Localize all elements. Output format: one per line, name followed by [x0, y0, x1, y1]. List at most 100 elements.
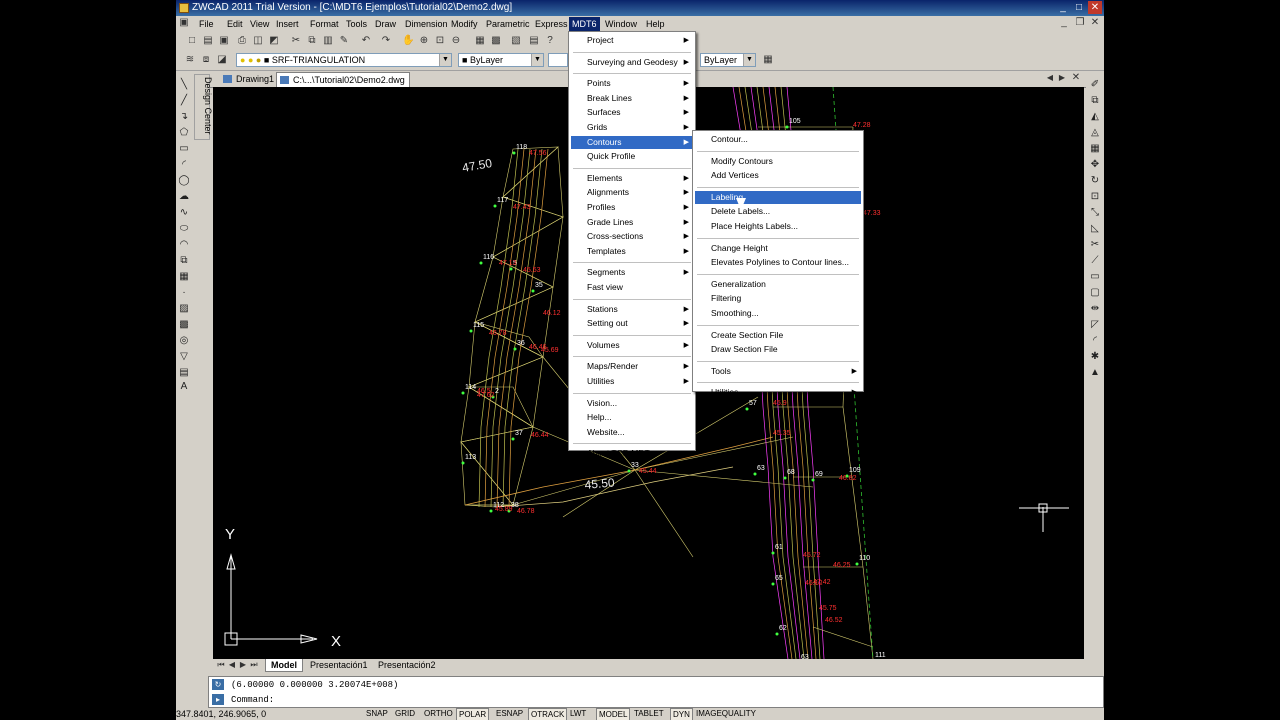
calculator-icon[interactable]: ▤	[528, 35, 540, 47]
line-icon[interactable]: ╲	[178, 79, 190, 91]
layer-states-icon[interactable]: ⧈	[200, 54, 212, 66]
mdt6-project[interactable]: Project ▶	[571, 34, 693, 47]
command-window[interactable]: ↻ ▸ (6.00000 0.000000 3.20074E+008) Comm…	[208, 676, 1104, 708]
chamfer-icon[interactable]: ◸	[1089, 319, 1101, 331]
maximize-button[interactable]: □	[1072, 1, 1086, 14]
contours-utilities[interactable]: Utilities ▶	[695, 386, 861, 399]
mdt6-fast-view[interactable]: Fast view	[571, 281, 693, 294]
contours-place-heights-labels[interactable]: Place Heights Labels...	[695, 220, 861, 233]
multiline-text-icon[interactable]: A	[178, 381, 190, 393]
layer-combo[interactable]: ● ● ● ■ SRF-TRIANGULATION ▼	[236, 53, 452, 67]
chevron-down-icon[interactable]: ▼	[439, 54, 451, 66]
status-ortho[interactable]: ORTHO	[422, 708, 455, 719]
cut-icon[interactable]: ✂	[290, 35, 302, 47]
contours-labeling[interactable]: Labeling	[695, 190, 861, 204]
polyline-icon[interactable]: ↴	[178, 111, 190, 123]
preview-icon[interactable]: ◫	[252, 35, 264, 47]
help-icon[interactable]: ?	[544, 35, 556, 47]
xline-icon[interactable]: ╱	[178, 95, 190, 107]
ellipse-icon[interactable]: ⬭	[178, 223, 190, 235]
layer-manager-icon[interactable]: ≋	[184, 54, 196, 66]
properties-icon[interactable]: ▦	[474, 35, 486, 47]
match-properties-icon[interactable]: ✎	[338, 35, 350, 47]
copy-icon[interactable]: ⧉	[306, 35, 318, 47]
mdt6-maps-render[interactable]: Maps/Render ▶	[571, 360, 693, 373]
zoom-realtime-icon[interactable]: ⊕	[418, 35, 430, 47]
mdt6-cross-sections[interactable]: Cross-sections ▶	[571, 230, 693, 243]
mdt6-about-tcp-mdt[interactable]: About TCP-MDT...	[571, 447, 693, 460]
design-center-panel[interactable]: Design Center	[194, 74, 213, 140]
mdt6-points[interactable]: Points ▶	[571, 77, 693, 90]
status-otrack[interactable]: OTRACK	[528, 708, 568, 720]
design-center-icon[interactable]: ▩	[490, 35, 502, 47]
tab-demo2[interactable]: C:\...\Tutorial02\Demo2.dwg	[276, 72, 410, 87]
status-polar[interactable]: POLAR	[456, 708, 490, 720]
rectangle-icon[interactable]: ▭	[178, 143, 190, 155]
polygon-icon[interactable]: ⬠	[178, 127, 190, 139]
point-icon[interactable]: ·	[178, 287, 190, 299]
break-point-icon[interactable]: ▢	[1089, 287, 1101, 299]
mdt6-grids[interactable]: Grids ▶	[571, 121, 693, 134]
status-grid[interactable]: GRID	[393, 708, 417, 719]
contours-generalization[interactable]: Generalization	[695, 278, 861, 291]
scroll-right-icon[interactable]: ▶	[1056, 72, 1068, 84]
table-icon[interactable]: ▤	[178, 367, 190, 379]
mdt6-quick-profile[interactable]: Quick Profile	[571, 150, 693, 163]
menu-dimension[interactable]: Dimension	[402, 17, 451, 31]
menu-parametric[interactable]: Parametric	[483, 17, 533, 31]
spline-icon[interactable]: ∿	[178, 207, 190, 219]
contours-tools[interactable]: Tools ▶	[695, 365, 861, 378]
mdt6-surfaces[interactable]: Surfaces ▶	[571, 106, 693, 119]
mdt6-templates[interactable]: Templates ▶	[571, 245, 693, 258]
tab-drawing1[interactable]: Drawing1	[220, 72, 278, 86]
arc-icon[interactable]: ◜	[178, 159, 190, 171]
command-prompt[interactable]: Command:	[231, 694, 274, 706]
scroll-left-icon[interactable]: ◀	[1044, 72, 1056, 84]
contours-change-height[interactable]: Change Height	[695, 242, 861, 255]
scale-icon[interactable]: ⊡	[1089, 191, 1101, 203]
contours-smoothing[interactable]: Smoothing...	[695, 307, 861, 320]
status-dyn[interactable]: DYN	[670, 708, 693, 720]
minimize-button[interactable]: _	[1056, 1, 1070, 14]
menu-edit[interactable]: Edit	[224, 17, 246, 31]
mdt6-contours[interactable]: Contours ▶	[571, 135, 693, 149]
menu-help[interactable]: Help	[643, 17, 668, 31]
menu-insert[interactable]: Insert	[273, 17, 302, 31]
hatch-icon[interactable]: ▨	[178, 303, 190, 315]
contours-add-vertices[interactable]: Add Vertices	[695, 169, 861, 182]
mdt6-segments[interactable]: Segments ▶	[571, 266, 693, 279]
linetype-combo[interactable]	[548, 53, 568, 67]
doc-restore-icon[interactable]: ❐	[1074, 17, 1086, 29]
join-icon[interactable]: ⇹	[1089, 303, 1101, 315]
make-block-icon[interactable]: ▦	[178, 271, 190, 283]
menu-view[interactable]: View	[247, 17, 272, 31]
contours-delete-labels[interactable]: Delete Labels...	[695, 205, 861, 218]
extend-icon[interactable]: ⟋	[1089, 255, 1101, 267]
close-doc-icon[interactable]: ✕	[1070, 72, 1082, 84]
ellipse-arc-icon[interactable]: ◠	[178, 239, 190, 251]
mdt6-vision[interactable]: Vision...	[571, 397, 693, 410]
mdt6-stations[interactable]: Stations ▶	[571, 303, 693, 316]
fillet-icon[interactable]: ◜	[1089, 335, 1101, 347]
tab-model[interactable]: Model	[265, 659, 303, 672]
revcloud-icon[interactable]: ☁	[178, 191, 190, 203]
stretch-icon[interactable]: ⤡	[1089, 207, 1101, 219]
mdt6-surveying-and-geodesy[interactable]: Surveying and Geodesy ▶	[571, 56, 693, 69]
mdt6-help[interactable]: Help...	[571, 411, 693, 424]
zoom-window-icon[interactable]: ⊡	[434, 35, 446, 47]
doc-close-icon[interactable]: ✕	[1089, 17, 1101, 29]
mdt6-profiles[interactable]: Profiles ▶	[571, 201, 693, 214]
menu-draw[interactable]: Draw	[372, 17, 399, 31]
menu-format[interactable]: Format	[307, 17, 342, 31]
print-icon[interactable]: ⎙	[236, 35, 248, 47]
close-button[interactable]: ✕	[1088, 1, 1102, 14]
mdt6-break-lines[interactable]: Break Lines ▶	[571, 92, 693, 105]
pan-icon[interactable]: ✋	[402, 35, 414, 47]
plot-style-icon[interactable]: ▦	[762, 54, 774, 66]
menu-window[interactable]: Window	[602, 17, 640, 31]
chevron-down-icon[interactable]: ▼	[531, 54, 543, 66]
array-icon[interactable]: ▦	[1089, 143, 1101, 155]
mdt6-grade-lines[interactable]: Grade Lines ▶	[571, 216, 693, 229]
lengthen-icon[interactable]: ◺	[1089, 223, 1101, 235]
redo-icon[interactable]: ↷	[380, 35, 392, 47]
